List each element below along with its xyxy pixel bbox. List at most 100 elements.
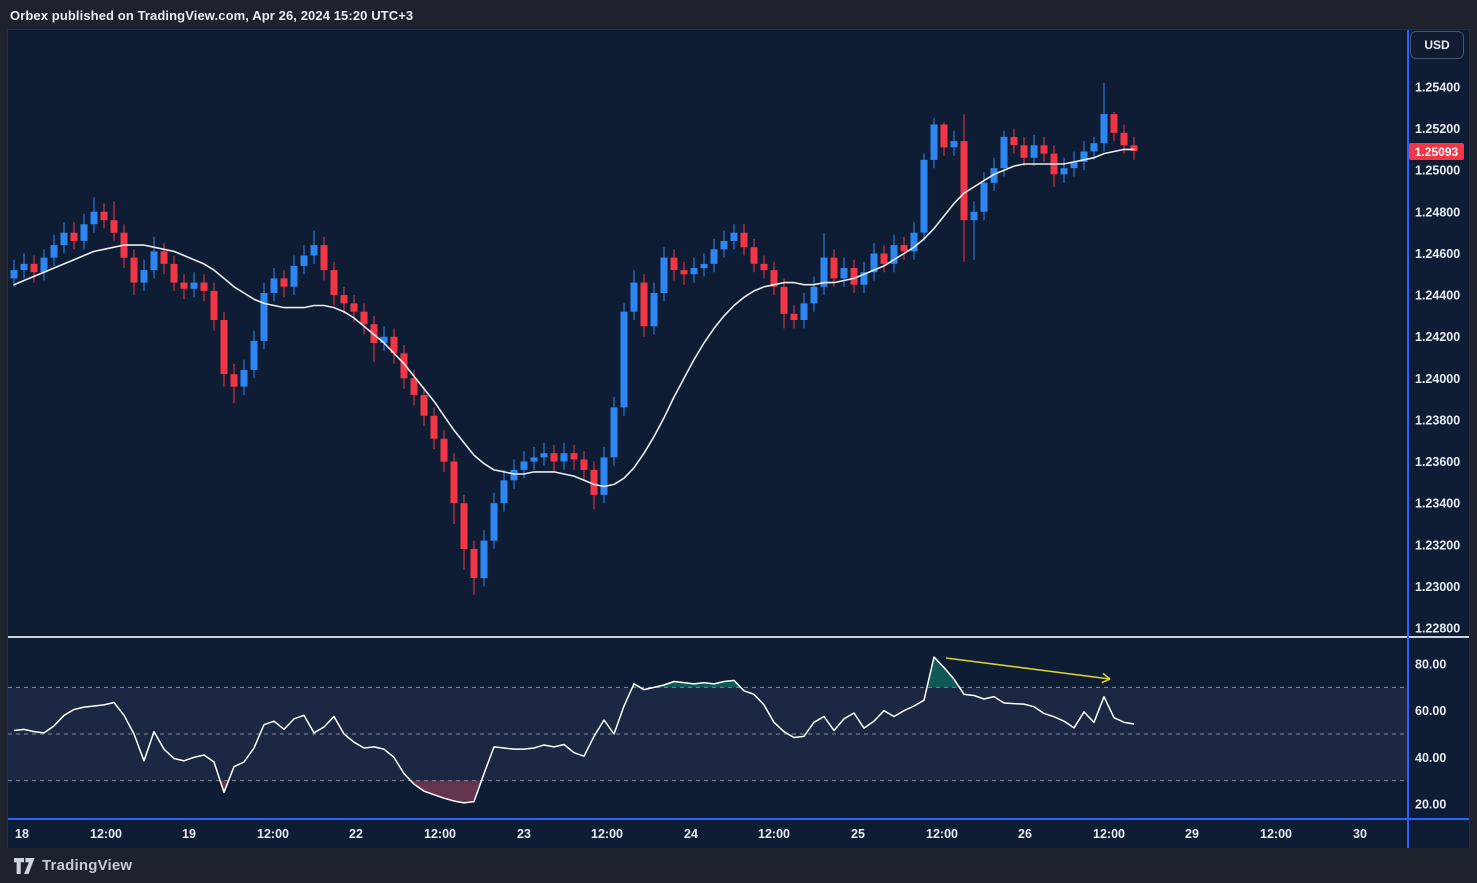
candle-body bbox=[1111, 114, 1118, 133]
candle-body bbox=[111, 220, 118, 233]
time-axis-label[interactable]: 26 bbox=[1018, 827, 1032, 841]
price-axis-label[interactable]: 1.24600 bbox=[1415, 247, 1460, 261]
time-axis-label[interactable]: 18 bbox=[15, 827, 29, 841]
time-axis-label[interactable]: 12:00 bbox=[591, 827, 623, 841]
candle-body bbox=[171, 264, 178, 283]
candle-body bbox=[641, 283, 648, 327]
tradingview-brand-text[interactable]: TradingView bbox=[42, 857, 132, 874]
candle-body bbox=[131, 258, 138, 283]
candle-body bbox=[101, 212, 108, 220]
candle-body bbox=[191, 283, 198, 289]
tradingview-logo-icon[interactable] bbox=[14, 857, 35, 875]
price-axis-label[interactable]: 1.23800 bbox=[1415, 413, 1460, 427]
candle-body bbox=[141, 270, 148, 283]
price-axis-label[interactable]: 1.24200 bbox=[1415, 330, 1460, 344]
rsi-axis-label[interactable]: 20.00 bbox=[1415, 798, 1446, 812]
time-axis-label[interactable]: 30 bbox=[1353, 827, 1367, 841]
chart-frame[interactable]: 1.25400 1.25200 1.25000 1.24800 1.24600 1.244… bbox=[8, 30, 1469, 848]
candle-body bbox=[681, 270, 688, 274]
price-axis-label[interactable]: 1.24800 bbox=[1415, 205, 1460, 219]
candle-body bbox=[551, 453, 558, 461]
price-axis-label[interactable]: 1.23000 bbox=[1415, 580, 1460, 594]
price-axis-label[interactable]: 1.23600 bbox=[1415, 455, 1460, 469]
time-axis-label[interactable]: 12:00 bbox=[1260, 827, 1292, 841]
price-axis-label[interactable]: 1.22800 bbox=[1415, 622, 1460, 636]
candle-body bbox=[21, 264, 28, 270]
time-axis-label[interactable]: 12:00 bbox=[424, 827, 456, 841]
candle-body bbox=[41, 258, 48, 273]
candle-body bbox=[31, 264, 38, 272]
candle-body bbox=[161, 251, 168, 264]
time-axis-label[interactable]: 25 bbox=[851, 827, 865, 841]
candle-body bbox=[361, 312, 368, 325]
price-axis-label[interactable]: 1.24000 bbox=[1415, 372, 1460, 386]
candle-body bbox=[631, 283, 638, 312]
candle-body bbox=[781, 287, 788, 314]
candle-body bbox=[441, 439, 448, 462]
price-axis-label[interactable]: 1.23200 bbox=[1415, 538, 1460, 552]
candle-body bbox=[251, 341, 258, 370]
time-axis-label[interactable]: 12:00 bbox=[758, 827, 790, 841]
currency-toggle-button[interactable]: USD bbox=[1410, 31, 1464, 59]
candle-body bbox=[701, 264, 708, 268]
time-axis-label[interactable]: 29 bbox=[1185, 827, 1199, 841]
candle-body bbox=[301, 256, 308, 266]
time-axis-label[interactable]: 19 bbox=[182, 827, 196, 841]
candle-body bbox=[351, 303, 358, 311]
candle-body bbox=[931, 125, 938, 160]
candle-body bbox=[721, 241, 728, 249]
candle-body bbox=[311, 245, 318, 255]
price-axis-label[interactable]: 1.25400 bbox=[1415, 81, 1460, 95]
candle-body bbox=[321, 245, 328, 270]
candle-body bbox=[661, 258, 668, 293]
rsi-axis-label[interactable]: 40.00 bbox=[1415, 751, 1446, 765]
candle-body bbox=[1021, 145, 1028, 158]
candle-body bbox=[151, 251, 158, 270]
time-axis-label[interactable]: 12:00 bbox=[926, 827, 958, 841]
candle-body bbox=[541, 453, 548, 457]
time-axis-label[interactable]: 24 bbox=[684, 827, 698, 841]
time-axis-label[interactable]: 23 bbox=[517, 827, 531, 841]
rsi-axis-label[interactable]: 60.00 bbox=[1415, 704, 1446, 718]
candle-body bbox=[81, 224, 88, 241]
candle-body bbox=[91, 212, 98, 225]
candle-body bbox=[801, 303, 808, 320]
time-axis-label[interactable]: 22 bbox=[349, 827, 363, 841]
published-header-bar: Orbex published on TradingView.com, Apr … bbox=[0, 0, 1477, 30]
time-axis-label[interactable]: 12:00 bbox=[1093, 827, 1125, 841]
candle-body bbox=[1101, 114, 1108, 143]
footer-bar: TradingView bbox=[0, 848, 1477, 883]
rsi-axis-label[interactable]: 80.00 bbox=[1415, 658, 1446, 672]
candle-body bbox=[231, 374, 238, 387]
candle-body bbox=[421, 395, 428, 416]
published-attribution-text: Orbex published on TradingView.com, Apr … bbox=[10, 8, 413, 23]
candle-body bbox=[591, 470, 598, 495]
candle-body bbox=[511, 470, 518, 480]
candle-body bbox=[201, 283, 208, 291]
candle-body bbox=[281, 278, 288, 286]
time-axis-label[interactable]: 12:00 bbox=[257, 827, 289, 841]
price-axis-label[interactable]: 1.25000 bbox=[1415, 164, 1460, 178]
candle-body bbox=[1091, 143, 1098, 151]
candle-body bbox=[901, 245, 908, 251]
candle-body bbox=[211, 291, 218, 320]
price-axis-label[interactable]: 1.24400 bbox=[1415, 289, 1460, 303]
candle-body bbox=[951, 141, 958, 147]
candle-body bbox=[411, 378, 418, 395]
candle-body bbox=[671, 258, 678, 271]
price-axis-label[interactable]: 1.25200 bbox=[1415, 122, 1460, 136]
price-axis-label[interactable]: 1.23400 bbox=[1415, 497, 1460, 511]
candle-body bbox=[601, 457, 608, 495]
candle-body bbox=[471, 549, 478, 578]
candle-body bbox=[841, 268, 848, 278]
candle-body bbox=[271, 278, 278, 293]
candle-body bbox=[731, 233, 738, 241]
candle-body bbox=[71, 233, 78, 241]
candle-body bbox=[341, 295, 348, 303]
candle-body bbox=[691, 268, 698, 274]
chart-canvas[interactable]: 1.25400 1.25200 1.25000 1.24800 1.24600 1.244… bbox=[8, 30, 1469, 848]
currency-label: USD bbox=[1424, 38, 1449, 52]
candle-body bbox=[461, 503, 468, 549]
time-axis-label[interactable]: 12:00 bbox=[90, 827, 122, 841]
candle-body bbox=[561, 453, 568, 461]
